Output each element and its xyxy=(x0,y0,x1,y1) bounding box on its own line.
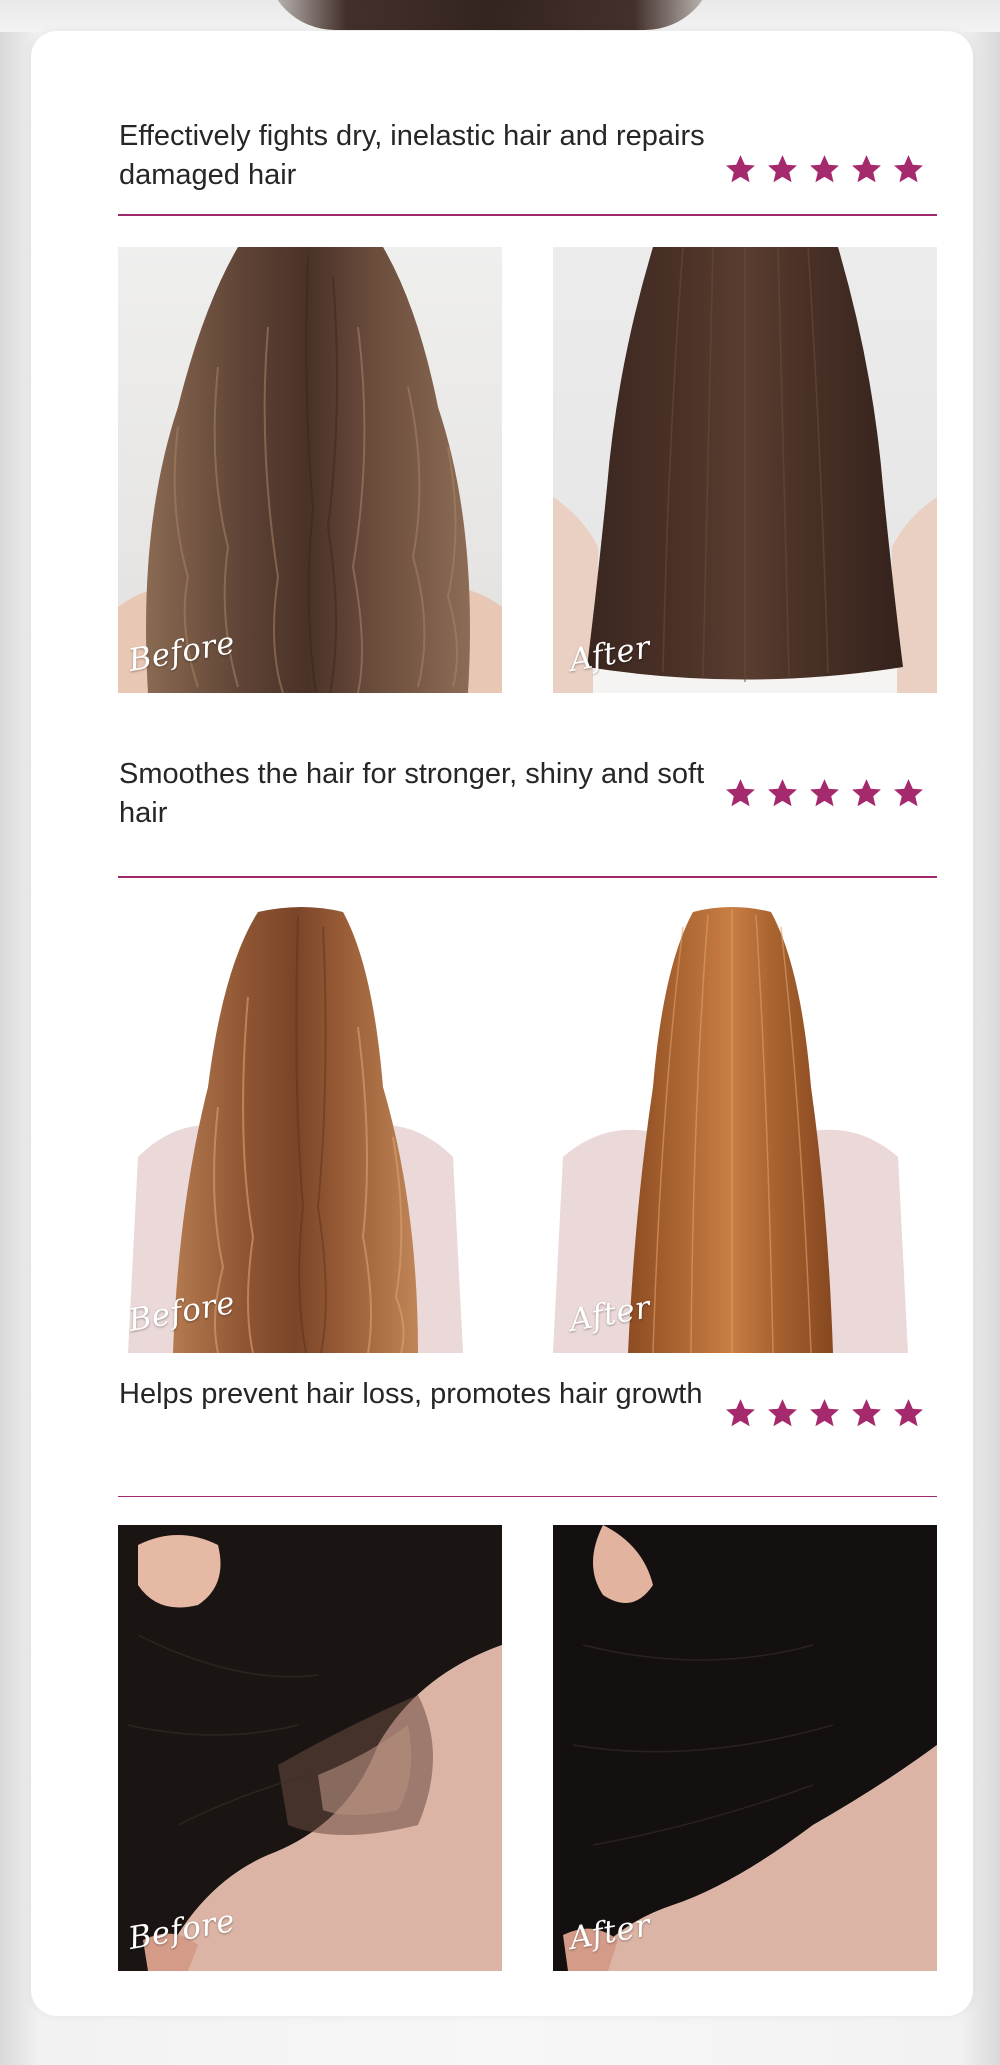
star-icon xyxy=(810,155,839,183)
after-photo: After xyxy=(553,907,937,1353)
section-divider xyxy=(118,214,937,216)
frizzy-hair-back-image xyxy=(118,247,502,693)
star-icon xyxy=(768,1399,797,1427)
star-icon xyxy=(810,1399,839,1427)
section-title: Effectively fights dry, inelastic hair a… xyxy=(119,120,705,191)
thinning-scalp-image xyxy=(118,1525,502,1971)
benefit-section-growth: Helps prevent hair loss, promotes hair g… xyxy=(87,1375,937,1985)
smooth-hair-back-image xyxy=(553,247,937,693)
before-photo: Before xyxy=(118,247,502,693)
section-divider xyxy=(118,876,937,878)
star-icon xyxy=(768,155,797,183)
section-title: Helps prevent hair loss, promotes hair g… xyxy=(119,1378,703,1410)
after-photo: After xyxy=(553,1525,937,1971)
star-icon xyxy=(852,155,881,183)
sleek-long-hair-image xyxy=(553,907,937,1353)
star-icon xyxy=(852,1399,881,1427)
star-icon xyxy=(894,779,923,807)
frizzy-long-hair-image xyxy=(118,907,502,1353)
star-icon xyxy=(894,1399,923,1427)
after-photo: After xyxy=(553,247,937,693)
star-icon xyxy=(768,779,797,807)
star-icon xyxy=(852,779,881,807)
full-scalp-image xyxy=(553,1525,937,1971)
before-photo: Before xyxy=(118,1525,502,1971)
rating-stars xyxy=(724,153,925,186)
section-title: Smoothes the hair for stronger, shiny an… xyxy=(119,758,705,829)
benefit-section-smooth: Smoothes the hair for stronger, shiny an… xyxy=(87,755,937,1355)
previous-photo-strip xyxy=(0,0,1000,32)
hair-photo-tip xyxy=(265,0,715,30)
rating-stars xyxy=(724,1397,925,1430)
star-icon xyxy=(894,155,923,183)
star-icon xyxy=(810,779,839,807)
star-icon xyxy=(726,779,755,807)
before-photo: Before xyxy=(118,907,502,1353)
star-icon xyxy=(726,155,755,183)
benefit-section-repair: Effectively fights dry, inelastic hair a… xyxy=(87,117,937,727)
rating-stars xyxy=(724,777,925,810)
benefits-card: Effectively fights dry, inelastic hair a… xyxy=(31,31,973,2016)
star-icon xyxy=(726,1399,755,1427)
section-divider xyxy=(118,1496,937,1497)
